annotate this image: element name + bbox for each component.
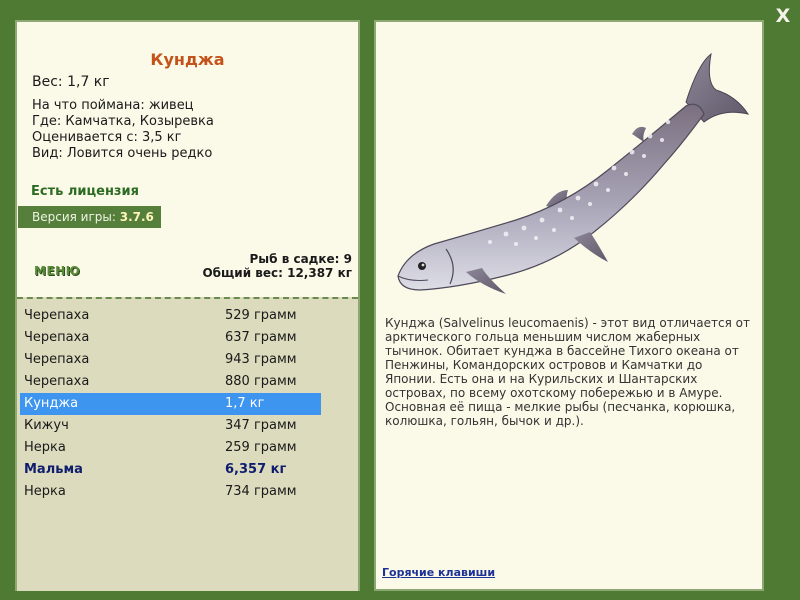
catch-weight: 529 грамм (225, 308, 297, 323)
list-item-selected[interactable]: Кунджа 1,7 кг (20, 393, 321, 415)
catch-name: Черепаха (24, 308, 90, 323)
fish-bait: На что поймана: живец (32, 98, 194, 113)
catch-weight: 347 грамм (225, 418, 297, 433)
fish-description-panel: Кунджа (Salvelinus leucomaenis) - этот в… (374, 20, 764, 591)
catch-weight: 1,7 кг (225, 396, 265, 411)
hotkeys-link[interactable]: Горячие клавиши (382, 566, 495, 579)
fish-valued-from: Оценивается с: 3,5 кг (32, 130, 182, 145)
catch-weight: 880 грамм (225, 374, 297, 389)
version-value: 3.7.6 (119, 210, 154, 224)
fish-title: Кунджа (150, 50, 225, 69)
catch-name: Кунджа (24, 396, 79, 411)
cage-count: Рыб в садке: 9 (249, 252, 353, 266)
cage-total-weight: Общий вес: 12,387 кг (202, 266, 352, 280)
catch-name: Черепаха (24, 374, 90, 389)
list-item[interactable]: Черепаха 880 грамм (20, 371, 321, 393)
list-item-trophy[interactable]: Мальма 6,357 кг (20, 459, 321, 481)
catch-weight: 943 грамм (225, 352, 297, 367)
fish-image (397, 52, 750, 294)
fish-description: Кунджа (Salvelinus leucomaenis) - этот в… (385, 316, 750, 428)
catch-list: Черепаха 529 грамм Черепаха 637 грамм Че… (17, 297, 358, 591)
catch-name: Кижуч (24, 418, 69, 433)
list-item[interactable]: Черепаха 529 грамм (20, 305, 321, 327)
fish-info-panel: Кунджа Вес: 1,7 кг На что поймана: живец… (15, 20, 360, 591)
catch-name: Черепаха (24, 330, 90, 345)
version-label: Версия игры: (32, 210, 116, 224)
fish-weight: Вес: 1,7 кг (32, 74, 110, 90)
list-item[interactable]: Нерка 734 грамм (20, 481, 321, 503)
catch-weight: 259 грамм (225, 440, 297, 455)
catch-name: Черепаха (24, 352, 90, 367)
catch-weight: 637 грамм (225, 330, 297, 345)
catch-name: Нерка (24, 484, 66, 499)
catch-name: Мальма (24, 462, 83, 477)
fish-location: Где: Камчатка, Козыревка (32, 114, 214, 129)
fish-rarity: Вид: Ловится очень редко (32, 146, 213, 161)
menu-button[interactable]: МЕНЮ (34, 264, 80, 278)
list-item[interactable]: Черепаха 637 грамм (20, 327, 321, 349)
list-item[interactable]: Кижуч 347 грамм (20, 415, 321, 437)
cage-stats: Рыб в садке: 9 Общий вес: 12,387 кг (202, 252, 352, 280)
list-item[interactable]: Черепаха 943 грамм (20, 349, 321, 371)
catch-name: Нерка (24, 440, 66, 455)
catch-weight: 6,357 кг (225, 462, 287, 477)
close-button[interactable]: X (772, 4, 794, 28)
catch-weight: 734 грамм (225, 484, 297, 499)
license-status: Есть лицензия (31, 184, 139, 199)
list-item[interactable]: Нерка 259 грамм (20, 437, 321, 459)
game-version: Версия игры: 3.7.6 (18, 206, 161, 228)
